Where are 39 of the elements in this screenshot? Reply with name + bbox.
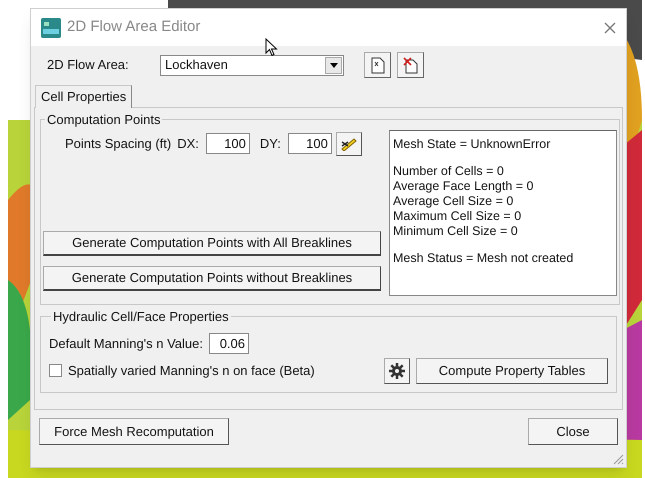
generate-button[interactable]: Generate Computation Points with All Breaklines <box>43 230 381 256</box>
close-icon[interactable] <box>604 22 616 34</box>
field-label: Default Manning's n Value: <box>49 334 204 353</box>
field-label: 2D Flow Area: <box>47 56 130 74</box>
settings-icon <box>389 362 405 378</box>
recompute-button[interactable]: Force Mesh Recomputation <box>39 418 229 445</box>
group-title: Hydraulic Cell/Face Properties <box>52 308 230 326</box>
window-title: 2D Flow Area Editor <box>67 17 200 38</box>
mesh-info-line: Mesh State = UnknownError <box>393 136 552 152</box>
document-icon <box>370 56 384 74</box>
flow-area-dropdown[interactable]: Lockhaven <box>160 54 344 76</box>
delete-button[interactable] <box>397 52 424 78</box>
mesh-info-line: Mesh Status = Mesh not created <box>393 250 574 266</box>
new-button[interactable] <box>364 52 391 78</box>
checkbox-label: Spatially varied Manning's n on face (Beta) <box>68 362 315 380</box>
group-title: Computation Points <box>46 111 162 129</box>
field-label: Points Spacing (ft) <box>65 134 172 153</box>
mesh-info-line: Minimum Cell Size = 0 <box>393 224 519 238</box>
xy-button[interactable] <box>336 132 362 156</box>
compute-button[interactable]: Compute Property Tables <box>416 358 608 384</box>
resize-grip-icon[interactable] <box>612 453 624 465</box>
dy-input[interactable]: 100 <box>288 133 332 154</box>
caret-icon <box>330 62 338 68</box>
mesh-info-line: Average Cell Size = 0 <box>393 194 514 208</box>
checkbox[interactable] <box>49 364 62 377</box>
mesh-info-line: Number of Cells = 0 <box>393 164 505 178</box>
settings-button[interactable] <box>384 358 410 384</box>
tab[interactable]: Cell Properties <box>35 85 132 108</box>
close-button[interactable]: Close <box>528 418 618 445</box>
mesh-info-line: Average Face Length = 0 <box>393 178 534 194</box>
pencil-icon <box>340 136 358 150</box>
mesh-info-line: Maximum Cell Size = 0 <box>393 208 522 224</box>
field-label: DX: <box>177 134 199 153</box>
dx-input[interactable]: 100 <box>206 133 250 154</box>
generate-button[interactable]: Generate Computation Points without Breaklines <box>43 266 381 290</box>
app-icon <box>41 18 61 38</box>
delete-document-icon <box>402 56 418 74</box>
mannings-input[interactable]: 0.06 <box>209 333 250 354</box>
field-label: DY: <box>260 134 281 153</box>
